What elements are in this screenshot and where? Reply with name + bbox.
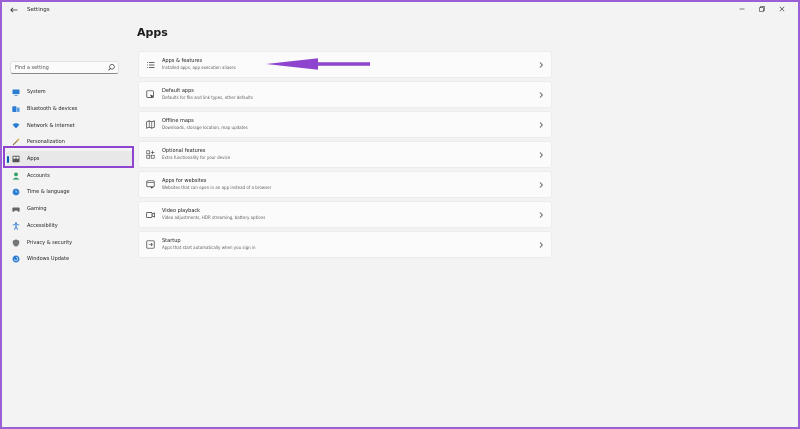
card-title: Video playback (162, 208, 201, 214)
card-default-apps[interactable]: Default apps Defaults for file and link … (138, 81, 552, 108)
person-icon (12, 172, 20, 180)
window-controls (732, 3, 792, 15)
sidebar-item-network-internet[interactable]: Network & internet (6, 117, 134, 134)
sidebar-item-label: Privacy & security (27, 239, 73, 246)
card-offline-maps[interactable]: Offline maps Downloads, storage location… (138, 111, 552, 138)
card-subtitle: Installed apps, app execution aliases (162, 65, 236, 70)
card-optional-features[interactable]: Optional features Extra functionality fo… (138, 141, 552, 168)
startup-icon (145, 240, 155, 250)
sidebar-item-gaming[interactable]: Gaming (6, 201, 134, 218)
card-subtitle: Websites that can open in an app instead… (162, 185, 272, 190)
back-arrow-icon (10, 7, 18, 13)
grid-plus-icon (145, 150, 155, 160)
title-bar: Settings (2, 2, 798, 18)
default-apps-icon (145, 90, 155, 100)
chevron-right-icon (539, 62, 543, 68)
sidebar-item-accounts[interactable]: Accounts (6, 167, 134, 184)
annotation-arrow-icon (266, 58, 370, 70)
card-video-playback[interactable]: Video playback Video adjustments, HDR st… (138, 201, 552, 228)
bluetooth-icon (12, 105, 20, 113)
settings-window: Settings System Bl (0, 0, 800, 429)
card-title: Default apps (162, 88, 194, 94)
close-icon (779, 6, 785, 12)
sidebar-item-label: Bluetooth & devices (27, 106, 78, 113)
card-subtitle: Extra functionality for your device (162, 155, 231, 160)
chevron-right-icon (539, 212, 543, 218)
sidebar-item-label: Time & language (27, 189, 70, 196)
card-subtitle: Downloads, storage location, map updates (162, 125, 248, 130)
shield-icon (12, 238, 20, 247)
window-title: Settings (27, 7, 50, 13)
settings-card-list: Apps & features Installed apps, app exec… (138, 51, 552, 261)
search-input[interactable] (11, 62, 105, 73)
restore-icon (759, 6, 765, 12)
card-title: Offline maps (162, 118, 194, 124)
apps-highlight-annotation (3, 146, 134, 168)
back-button[interactable] (7, 3, 21, 17)
card-title: Startup (162, 238, 181, 244)
card-apps-for-websites[interactable]: Apps for websites Websites that can open… (138, 171, 552, 198)
wifi-icon (12, 122, 20, 130)
chevron-right-icon (539, 122, 543, 128)
sidebar-item-label: Personalization (27, 139, 65, 146)
sidebar-item-windows-update[interactable]: Windows Update (6, 251, 134, 268)
close-button[interactable] (772, 3, 792, 15)
sidebar-item-label: Accounts (27, 172, 50, 179)
page-title: Apps (137, 26, 168, 39)
chevron-right-icon (539, 182, 543, 188)
card-subtitle: Defaults for file and link types, other … (162, 95, 253, 100)
sidebar-item-label: Network & internet (27, 122, 75, 129)
card-subtitle: Apps that start automatically when you s… (162, 245, 256, 250)
sidebar-item-time-language[interactable]: Time & language (6, 184, 134, 201)
sidebar-item-label: Accessibility (27, 222, 58, 229)
gamepad-icon (12, 205, 20, 213)
list-icon (145, 60, 155, 70)
restore-button[interactable] (752, 3, 772, 15)
sidebar-item-accessibility[interactable]: Accessibility (6, 218, 134, 235)
chevron-right-icon (539, 242, 543, 248)
video-icon (145, 210, 155, 220)
sidebar-item-label: System (27, 89, 46, 96)
search-box (10, 61, 119, 74)
card-startup[interactable]: Startup Apps that start automatically wh… (138, 231, 552, 258)
sidebar-item-bluetooth-devices[interactable]: Bluetooth & devices (6, 101, 134, 118)
sidebar-item-system[interactable]: System (6, 84, 134, 101)
sidebar-nav: System Bluetooth & devices Network & int… (6, 84, 134, 268)
minimize-button[interactable] (732, 3, 752, 15)
update-icon (12, 255, 20, 263)
web-app-icon (145, 180, 155, 190)
card-title: Apps & features (162, 58, 203, 64)
card-subtitle: Video adjustments, HDR streaming, batter… (162, 215, 266, 220)
search-icon[interactable] (107, 63, 116, 72)
card-title: Apps for websites (162, 178, 207, 184)
minimize-icon (739, 8, 745, 10)
sidebar-item-label: Windows Update (27, 256, 70, 263)
globe-clock-icon (12, 188, 20, 196)
card-title: Optional features (162, 148, 206, 154)
map-icon (145, 120, 155, 130)
sidebar-item-privacy-security[interactable]: Privacy & security (6, 234, 134, 251)
chevron-right-icon (539, 92, 543, 98)
chevron-right-icon (539, 152, 543, 158)
accessibility-icon (12, 222, 20, 230)
monitor-icon (12, 88, 20, 96)
sidebar-item-label: Gaming (27, 206, 47, 213)
